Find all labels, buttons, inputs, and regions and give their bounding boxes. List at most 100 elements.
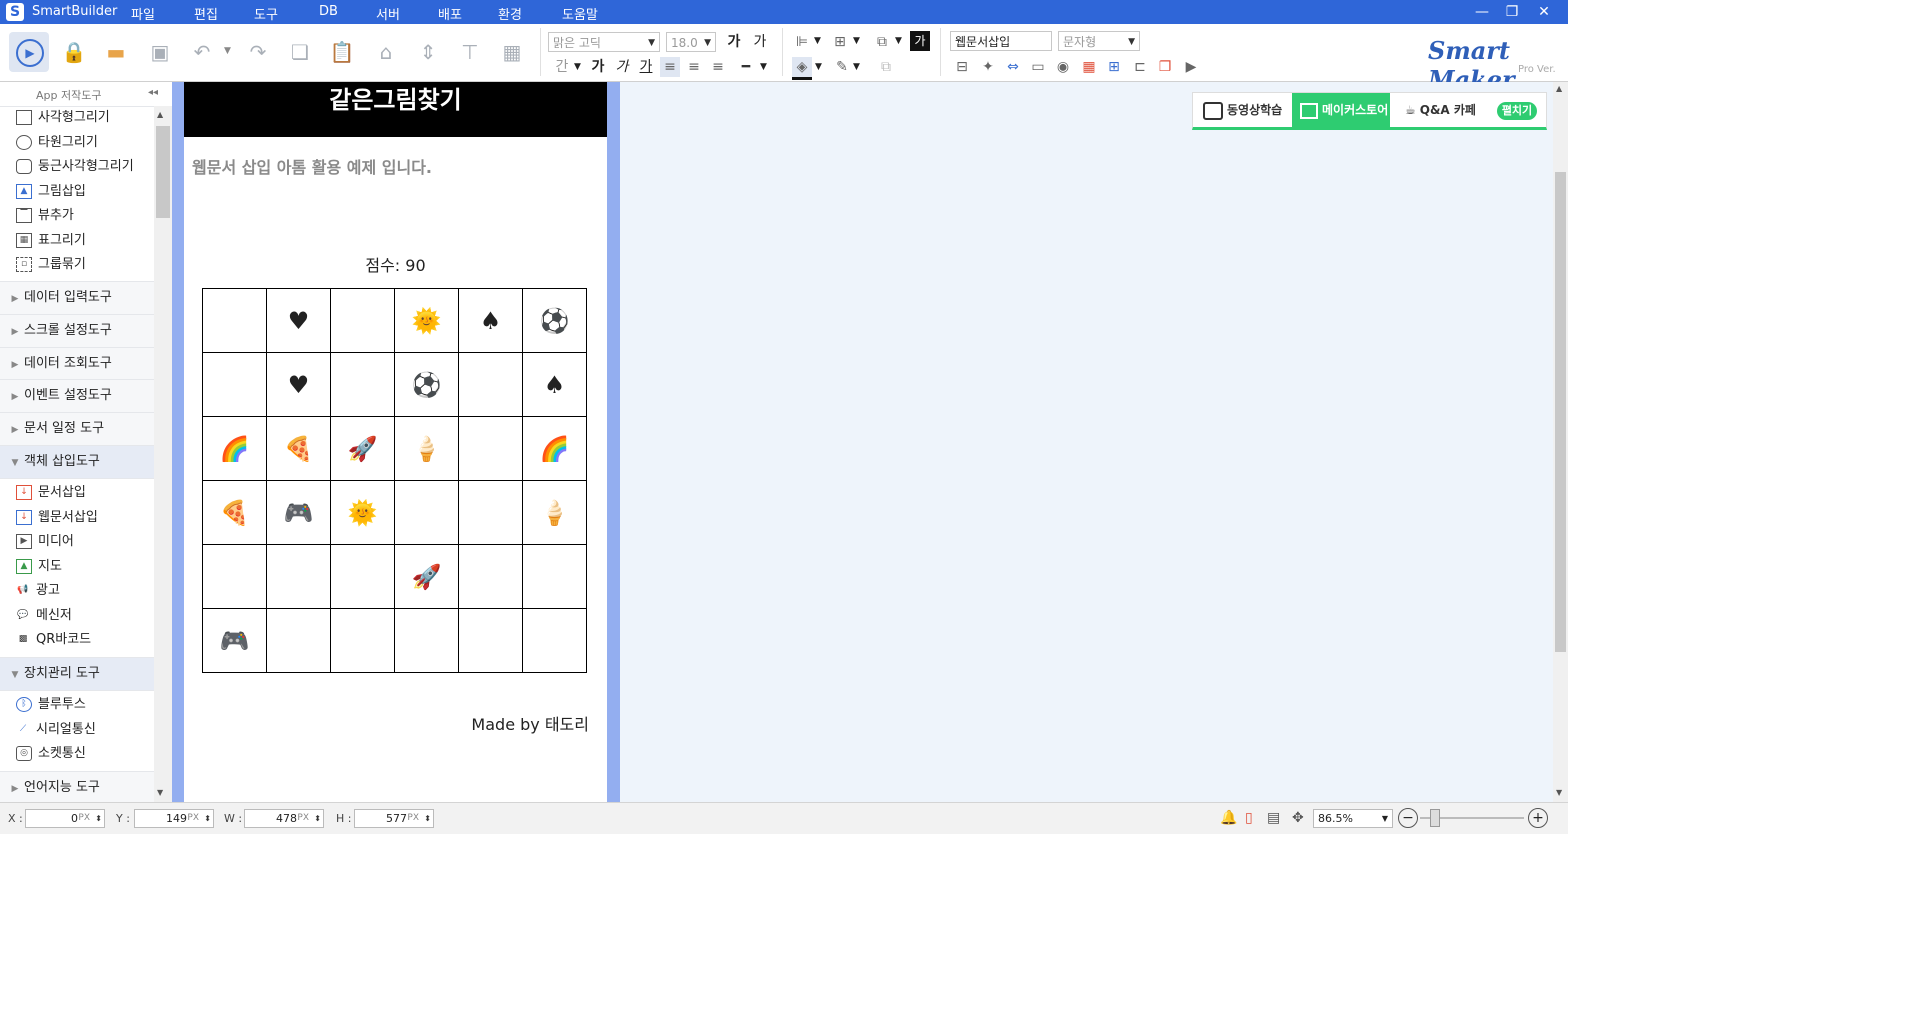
tool-rounded-rectangle[interactable]: 둥근사각형그리기: [16, 155, 134, 179]
section-data-query[interactable]: ▶ 데이터 조회도구: [0, 347, 154, 381]
scroll-thumb[interactable]: [1555, 172, 1566, 652]
bell-icon[interactable]: 🔔: [1220, 810, 1237, 826]
font-grow-icon[interactable]: 가: [724, 32, 744, 52]
fit-screen-icon[interactable]: ✥: [1292, 810, 1304, 826]
minimize-icon[interactable]: —: [1467, 1, 1497, 23]
wand-icon[interactable]: ✦: [978, 57, 998, 77]
grid-cell[interactable]: [458, 544, 523, 609]
run-button[interactable]: ▶: [9, 32, 49, 72]
grid-cell[interactable]: ⚽: [394, 352, 459, 417]
grid-cell[interactable]: [330, 352, 395, 417]
grid-cell[interactable]: 🍦: [522, 480, 587, 545]
video-learning-link[interactable]: 동영상학습: [1203, 93, 1293, 128]
align-right-icon[interactable]: ≡: [708, 57, 728, 77]
section-object-insert[interactable]: ▼ 객체 삽입도구: [0, 445, 154, 479]
scroll-up-icon[interactable]: ▲: [1556, 84, 1562, 93]
bold-icon[interactable]: 가: [588, 57, 608, 77]
grid-cell[interactable]: [266, 608, 331, 673]
format-brush-icon[interactable]: ⌂: [372, 38, 400, 66]
grid-cell[interactable]: [202, 288, 267, 353]
section-device[interactable]: ▼ 장치관리 도구: [0, 657, 154, 691]
grid-cell[interactable]: [522, 544, 587, 609]
save-icon[interactable]: ▣: [146, 38, 174, 66]
grid-cell[interactable]: [394, 608, 459, 673]
component-type-select[interactable]: 문자형 ▼: [1058, 31, 1140, 51]
menu-help[interactable]: 도움말: [562, 4, 598, 23]
open-folder-icon[interactable]: ▬: [102, 38, 130, 66]
tool-ad[interactable]: 📢 광고: [16, 579, 60, 603]
scroll-thumb[interactable]: [156, 126, 170, 218]
tool-table[interactable]: ▦ 표그리기: [16, 229, 86, 253]
stepper-icon[interactable]: ⬍: [95, 810, 102, 827]
grid-icon[interactable]: ▦: [498, 38, 526, 66]
redo-icon[interactable]: ↷: [244, 38, 272, 66]
grid-cell[interactable]: ♠: [458, 288, 523, 353]
zoom-slider-thumb[interactable]: [1430, 809, 1440, 827]
stepper-icon[interactable]: ⬍: [424, 810, 431, 827]
line-style-icon[interactable]: ━: [736, 57, 756, 77]
grid-cell[interactable]: [266, 544, 331, 609]
tool-map[interactable]: ▲ 지도: [16, 555, 62, 579]
group-icon[interactable]: ⧉: [876, 57, 896, 77]
lock-icon[interactable]: 🔒: [60, 38, 88, 66]
x-field[interactable]: 0 PX ⬍: [25, 809, 105, 828]
menu-env[interactable]: 환경: [498, 4, 522, 23]
tool-rectangle[interactable]: 사각형그리기: [16, 106, 110, 130]
distribute-icon[interactable]: ⊞: [830, 32, 850, 52]
grid-cell[interactable]: [522, 608, 587, 673]
h-field[interactable]: 577 PX ⬍: [354, 809, 434, 828]
zoom-out-icon[interactable]: −: [1398, 808, 1418, 828]
grid-cell[interactable]: ♠: [522, 352, 587, 417]
pen-color-icon[interactable]: ✎: [832, 57, 852, 77]
menu-tools[interactable]: 도구: [254, 4, 278, 23]
tool-messenger[interactable]: 💬 메신저: [16, 604, 72, 628]
restore-icon[interactable]: ❐: [1497, 1, 1527, 23]
tool-insert-webdoc[interactable]: ↓ 웹문서삽입: [16, 506, 98, 530]
scroll-down-icon[interactable]: ▼: [157, 788, 163, 797]
align-objects-dropdown-icon[interactable]: ▼: [814, 36, 821, 46]
resize-icon[interactable]: ⇕: [414, 38, 442, 66]
align-guide-icon[interactable]: ⊤: [456, 38, 484, 66]
section-event[interactable]: ▶ 이벤트 설정도구: [0, 379, 154, 413]
maker-store-link[interactable]: 메이커스토어: [1292, 93, 1390, 128]
zoom-select[interactable]: 86.5% ▼: [1313, 809, 1393, 828]
zoom-in-icon[interactable]: +: [1528, 808, 1548, 828]
tool-bluetooth[interactable]: ᛒ 블루투스: [16, 693, 86, 717]
grid-cell[interactable]: ♥: [266, 352, 331, 417]
pages-icon[interactable]: ❐: [1155, 57, 1175, 77]
link-icon[interactable]: ⇔: [1003, 57, 1023, 77]
stepper-icon[interactable]: ⬍: [204, 810, 211, 827]
device-error-icon[interactable]: ▯: [1245, 810, 1253, 826]
underline-icon[interactable]: 가: [636, 57, 656, 77]
arrange-icon[interactable]: ⧉: [872, 32, 892, 52]
close-icon[interactable]: ✕: [1529, 1, 1559, 23]
font-size-select[interactable]: 18.0 ▼: [666, 32, 716, 52]
fill-color-dropdown-icon[interactable]: ▼: [815, 62, 822, 72]
expand-button[interactable]: 펼치기: [1497, 102, 1537, 120]
menu-edit[interactable]: 편집: [194, 4, 218, 23]
grid-cell[interactable]: ⚽: [522, 288, 587, 353]
split-icon[interactable]: ⊏: [1130, 57, 1150, 77]
copy-icon[interactable]: ❏: [286, 38, 314, 66]
section-scroll[interactable]: ▶ 스크롤 설정도구: [0, 314, 154, 348]
menu-file[interactable]: 파일: [131, 4, 155, 23]
grid-cell[interactable]: ♥: [266, 288, 331, 353]
tool-group[interactable]: ▫ 그룹묶기: [16, 253, 86, 277]
eye-icon[interactable]: ◉: [1053, 57, 1073, 77]
fill-color-icon[interactable]: ◈: [792, 57, 812, 80]
component-name-field[interactable]: 웹문서삽입: [950, 31, 1052, 51]
italic-icon[interactable]: 가: [612, 57, 632, 77]
section-doc-schedule[interactable]: ▶ 문서 일정 도구: [0, 412, 154, 446]
tool-insert-image[interactable]: ▲ 그림삽입: [16, 180, 86, 204]
grid-cell[interactable]: [458, 352, 523, 417]
grid-cell[interactable]: 🌈: [202, 416, 267, 481]
grid-cell[interactable]: 🍦: [394, 416, 459, 481]
grid-cell[interactable]: 🌈: [522, 416, 587, 481]
grid-cell[interactable]: [202, 352, 267, 417]
tool-insert-document[interactable]: ↓ 문서삽입: [16, 481, 86, 505]
grid-cell[interactable]: [394, 480, 459, 545]
tool-socket[interactable]: ◎ 소켓통신: [16, 742, 86, 766]
tool-serial[interactable]: ⟋ 시리얼통신: [16, 718, 96, 742]
align-left-icon[interactable]: ≡: [660, 57, 680, 77]
menu-db[interactable]: DB: [319, 4, 338, 19]
